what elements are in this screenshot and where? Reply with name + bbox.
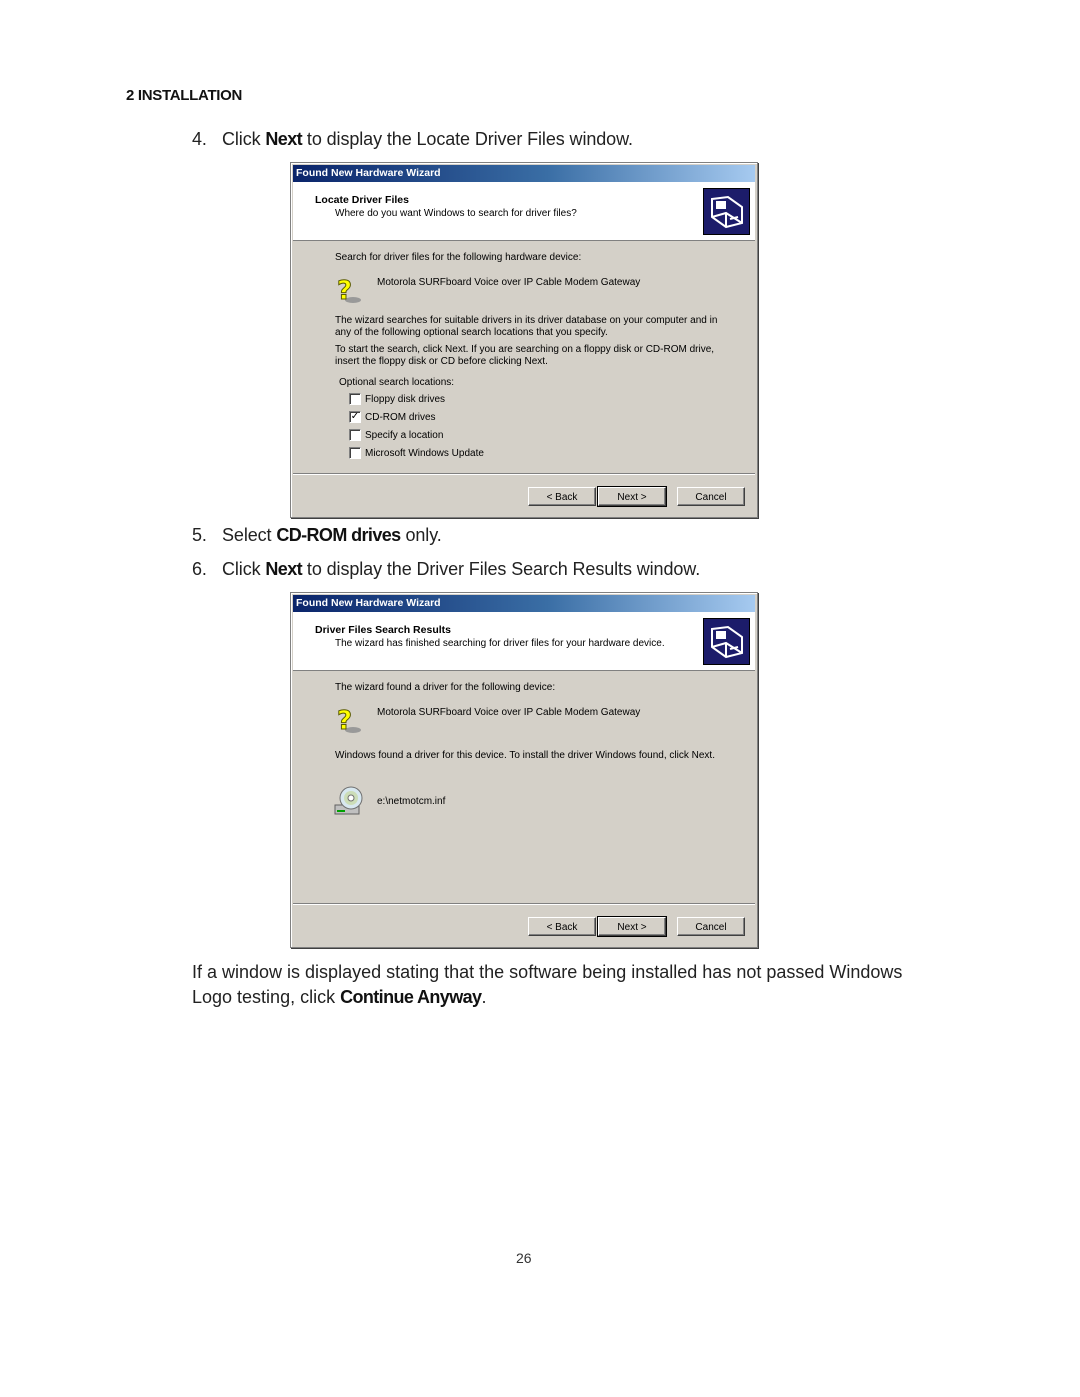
- dialog-header-subtitle: The wizard has finished searching for dr…: [335, 638, 665, 649]
- cancel-button[interactable]: Cancel: [677, 487, 745, 506]
- dialog-driver-files-search-results: Found New Hardware Wizard Driver Files S…: [290, 592, 758, 948]
- step-number: 5.: [192, 525, 207, 545]
- dialog-header: Driver Files Search Results The wizard h…: [293, 612, 755, 671]
- page-number: 26: [516, 1250, 532, 1266]
- dialog-header-title: Driver Files Search Results: [315, 624, 451, 636]
- device-name: Motorola SURFboard Voice over IP Cable M…: [377, 277, 641, 288]
- dialog-body: Search for driver files for the followin…: [293, 241, 755, 511]
- footer-divider: [293, 473, 755, 475]
- step-text: to display the Locate Driver Files windo…: [302, 129, 633, 149]
- option-label[interactable]: CD-ROM drives: [365, 412, 436, 423]
- dialog-titlebar: Found New Hardware Wizard: [293, 595, 755, 612]
- driver-file-path: e:\netmotcm.inf: [377, 796, 446, 807]
- footer-divider: [293, 903, 755, 905]
- paragraph-text: If a window is displayed stating that th…: [192, 962, 903, 1007]
- hardware-wizard-icon: [703, 618, 750, 665]
- step-6: 6. Click Next to display the Driver Files…: [192, 559, 700, 580]
- checkbox-floppy-disk-drives[interactable]: [349, 393, 361, 405]
- cd-drive-icon: [333, 785, 365, 817]
- paragraph-bold-text: Continue Anyway: [340, 987, 482, 1007]
- intro-text: Search for driver files for the followin…: [335, 252, 582, 263]
- description-line: To start the search, click Next. If you …: [335, 344, 715, 355]
- svg-text:?: ?: [337, 276, 352, 304]
- description-line: insert the floppy disk or CD before clic…: [335, 356, 548, 367]
- dialog-locate-driver-files: Found New Hardware Wizard Locate Driver …: [290, 162, 758, 518]
- step-text: only.: [400, 525, 442, 545]
- back-button[interactable]: < Back: [528, 487, 596, 506]
- step-text: Click: [222, 129, 266, 149]
- unknown-device-icon: ?: [333, 274, 363, 307]
- checkbox-specify-location[interactable]: [349, 429, 361, 441]
- step-number: 4.: [192, 129, 207, 149]
- checkbox-windows-update[interactable]: [349, 447, 361, 459]
- device-name: Motorola SURFboard Voice over IP Cable M…: [377, 707, 641, 718]
- option-label[interactable]: Floppy disk drives: [365, 394, 445, 405]
- dialog-header: Locate Driver Files Where do you want Wi…: [293, 182, 755, 241]
- paragraph-text: .: [481, 987, 487, 1007]
- step-text: Click: [222, 559, 266, 579]
- next-button[interactable]: Next >: [597, 486, 667, 507]
- dialog-body: The wizard found a driver for the follow…: [293, 671, 755, 941]
- found-driver-text: Windows found a driver for this device. …: [335, 750, 715, 761]
- unknown-device-icon: ?: [333, 704, 363, 737]
- next-button[interactable]: Next >: [597, 916, 667, 937]
- closing-paragraph: If a window is displayed stating that th…: [192, 960, 912, 1010]
- back-button[interactable]: < Back: [528, 917, 596, 936]
- step-bold-text: CD-ROM drives: [276, 525, 401, 545]
- section-header: 2 INSTALLATION: [126, 87, 243, 104]
- intro-text: The wizard found a driver for the follow…: [335, 682, 556, 693]
- option-label[interactable]: Microsoft Windows Update: [365, 448, 484, 459]
- dialog-header-subtitle: Where do you want Windows to search for …: [335, 208, 577, 219]
- step-text: Select: [222, 525, 277, 545]
- svg-text:?: ?: [337, 706, 352, 734]
- cancel-button[interactable]: Cancel: [677, 917, 745, 936]
- checkbox-cd-rom-drives[interactable]: ✓: [349, 411, 361, 423]
- step-text: to display the Driver Files Search Resul…: [302, 559, 701, 579]
- options-label: Optional search locations:: [339, 377, 455, 388]
- step-bold-text: Next: [265, 129, 303, 149]
- dialog-titlebar: Found New Hardware Wizard: [293, 165, 755, 182]
- description-line: The wizard searches for suitable drivers…: [335, 315, 718, 326]
- option-label[interactable]: Specify a location: [365, 430, 443, 441]
- description-line: any of the following optional search loc…: [335, 327, 608, 338]
- dialog-header-title: Locate Driver Files: [315, 194, 409, 206]
- step-number: 6.: [192, 559, 207, 579]
- hardware-wizard-icon: [703, 188, 750, 235]
- step-4: 4. Click Next to display the Locate Drive…: [192, 129, 633, 150]
- step-bold-text: Next: [265, 559, 303, 579]
- step-5: 5. Select CD-ROM drives only.: [192, 525, 442, 546]
